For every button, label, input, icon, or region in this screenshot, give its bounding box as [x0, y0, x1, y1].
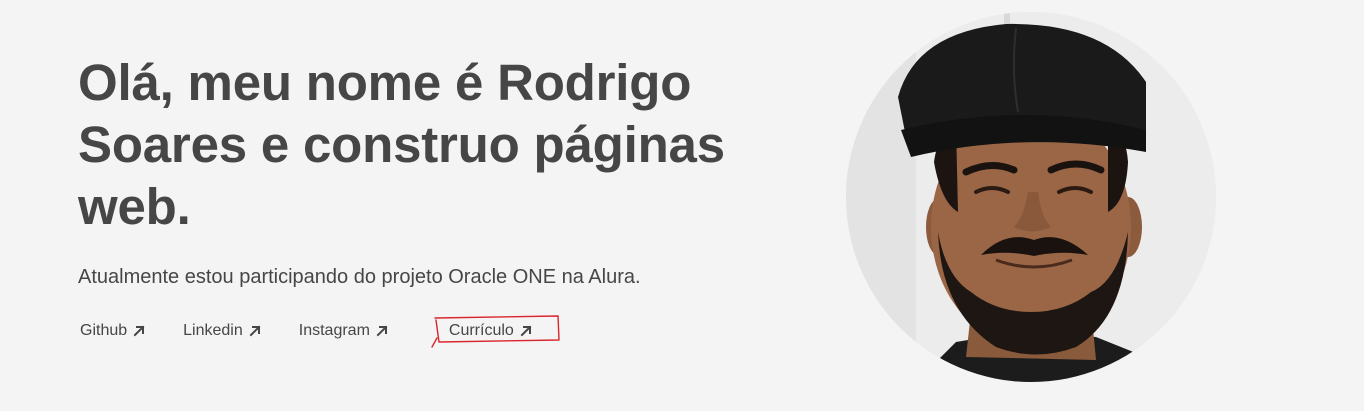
hero-section: Olá, meu nome é Rodrigo Soares e constru…	[0, 0, 1364, 411]
profile-photo	[846, 12, 1216, 382]
github-link-label: Github	[80, 322, 128, 339]
instagram-link-label: Instagram	[298, 322, 370, 339]
page-subtitle: Atualmente estou participando do projeto…	[78, 266, 641, 288]
social-links: Github Linkedin Instagram Currículo	[80, 315, 576, 348]
curriculo-link[interactable]: Currículo	[431, 315, 560, 348]
profile-portrait	[846, 12, 1216, 382]
arrow-up-right-icon	[133, 325, 145, 337]
page-title: Olá, meu nome é Rodrigo Soares e constru…	[78, 54, 725, 235]
github-link[interactable]: Github	[80, 318, 146, 344]
instagram-link[interactable]: Instagram	[299, 318, 389, 344]
linkedin-link-label: Linkedin	[183, 322, 243, 339]
arrow-up-right-icon	[520, 325, 532, 337]
arrow-up-right-icon	[249, 325, 261, 337]
hero-content: Olá, meu nome é Rodrigo Soares e constru…	[78, 52, 778, 290]
curriculo-link-label: Currículo	[448, 322, 514, 339]
linkedin-link[interactable]: Linkedin	[183, 318, 262, 344]
arrow-up-right-icon	[376, 325, 388, 337]
